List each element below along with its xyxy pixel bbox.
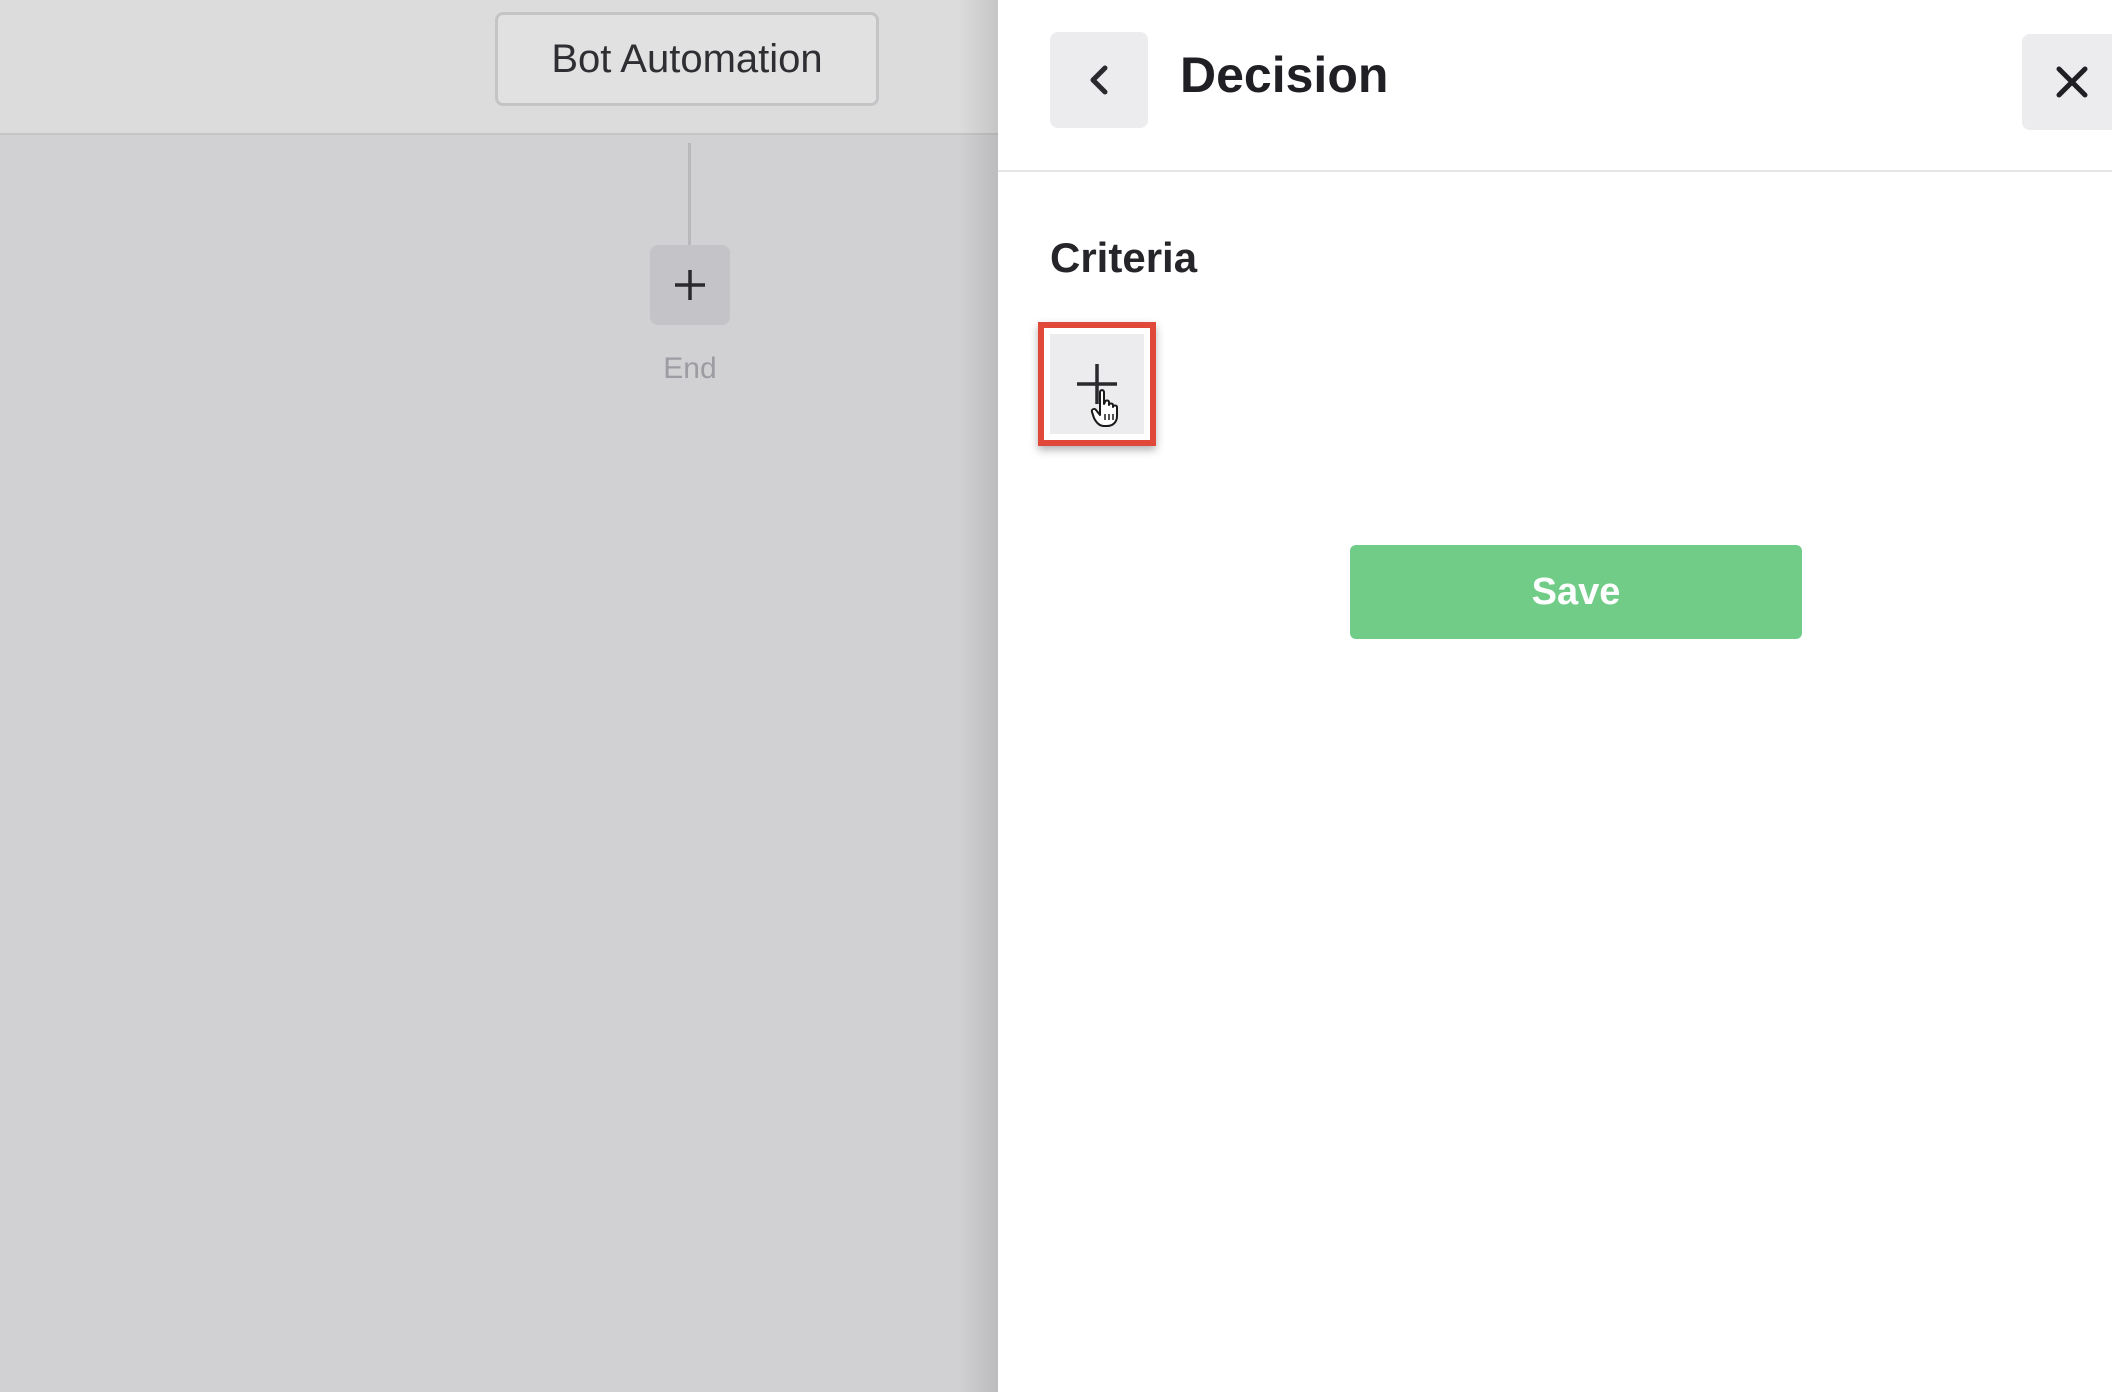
panel-title: Decision bbox=[1180, 47, 1389, 103]
close-button[interactable] bbox=[2022, 34, 2112, 130]
add-criteria-highlight bbox=[1038, 322, 1156, 446]
trigger-node-label: Bot Automation bbox=[551, 36, 823, 81]
workflow-canvas: Bot Automation End bbox=[0, 0, 998, 1392]
trigger-node[interactable]: Bot Automation bbox=[495, 12, 879, 106]
add-step-button[interactable] bbox=[650, 245, 730, 325]
close-icon bbox=[2056, 66, 2088, 98]
criteria-label: Criteria bbox=[1050, 234, 1198, 281]
chevron-left-icon bbox=[1090, 65, 1108, 95]
end-label: End bbox=[663, 352, 717, 385]
panel-header: Decision bbox=[998, 0, 2112, 172]
back-button[interactable] bbox=[1050, 32, 1148, 128]
panel-shadow bbox=[958, 0, 998, 1392]
add-criteria-button[interactable] bbox=[1050, 334, 1144, 434]
save-button[interactable]: Save bbox=[1350, 545, 1802, 639]
connector-line bbox=[688, 143, 691, 245]
plus-icon bbox=[675, 270, 705, 300]
decision-panel: Decision Criteria Save bbox=[998, 0, 2112, 1392]
hand-pointer-icon bbox=[1090, 389, 1118, 427]
